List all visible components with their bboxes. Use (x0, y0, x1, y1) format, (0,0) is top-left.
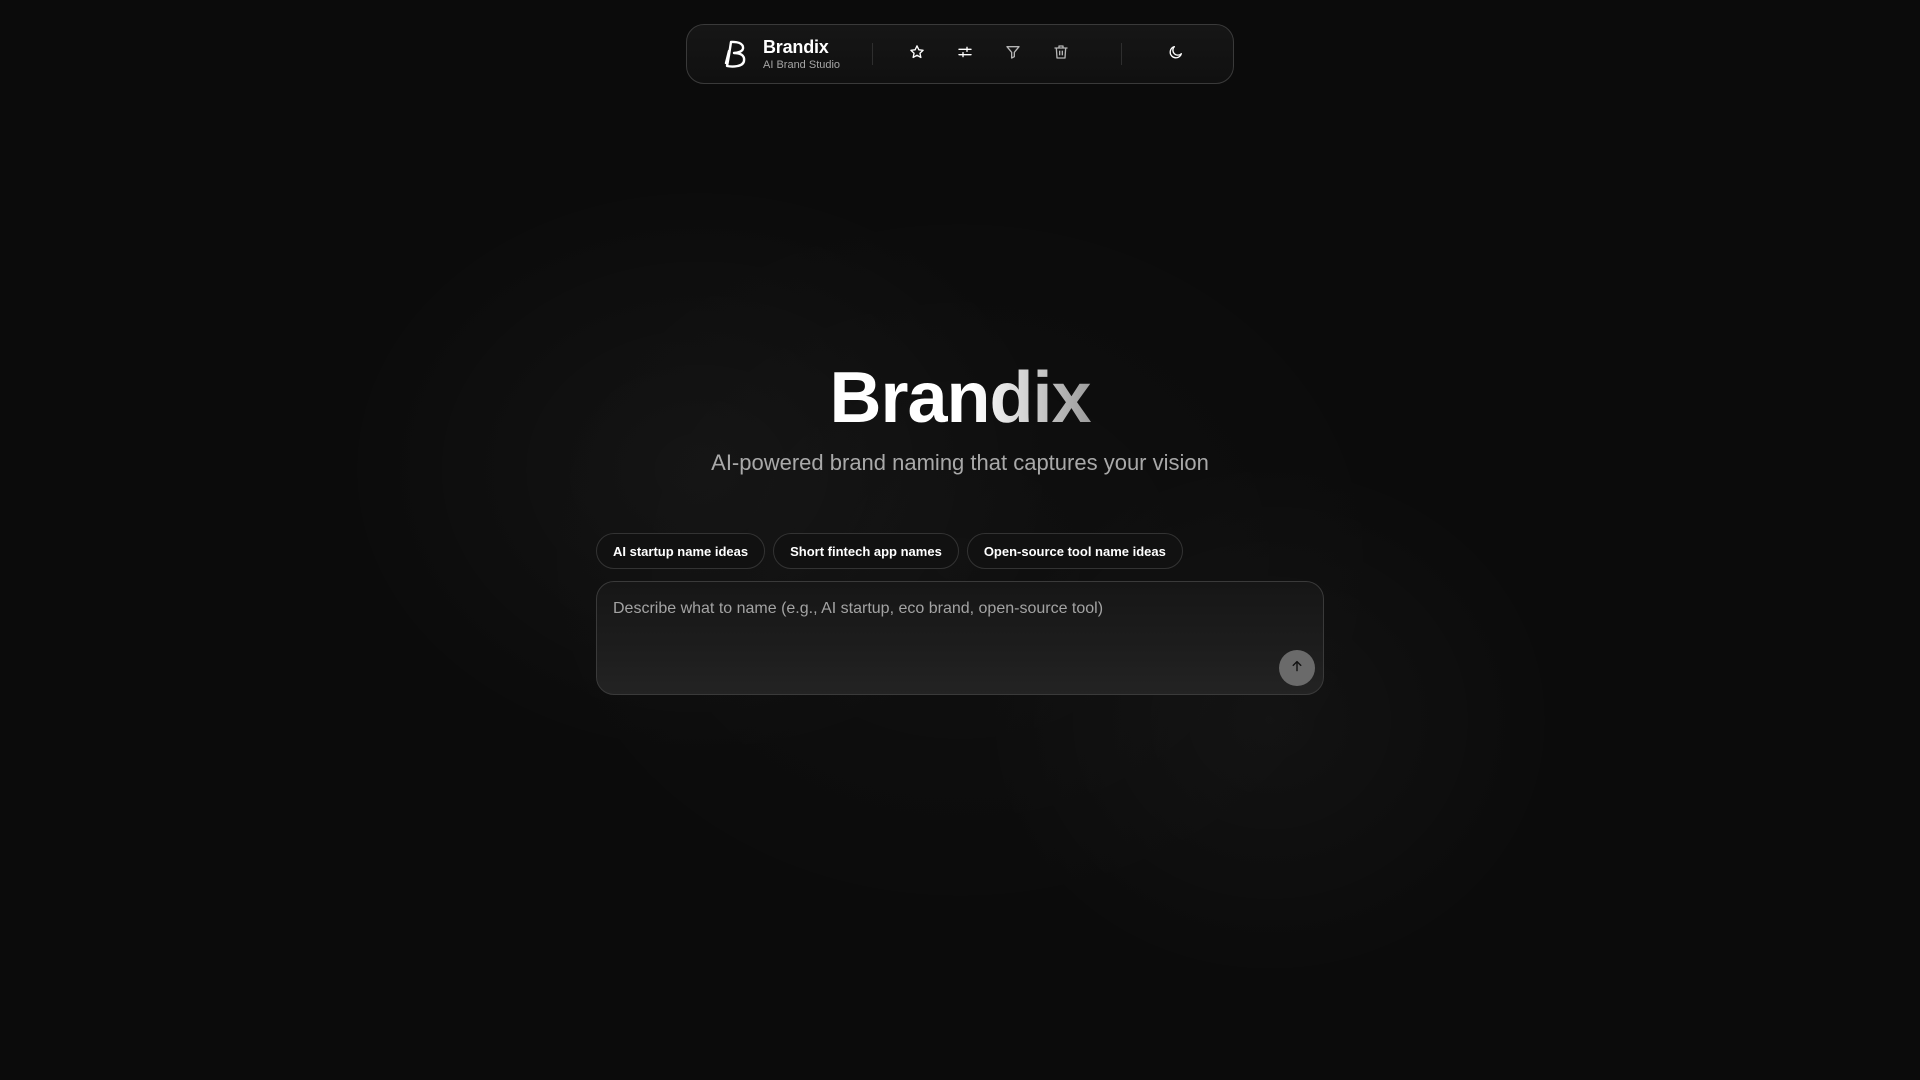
arrow-up-icon (1290, 659, 1304, 678)
brand-text: Brandix AI Brand Studio (763, 38, 840, 71)
suggestion-chips: AI startup name ideas Short fintech app … (596, 533, 1183, 569)
filter-icon (1005, 44, 1021, 65)
suggestion-chip[interactable]: AI startup name ideas (596, 533, 766, 569)
favorites-button[interactable] (903, 40, 931, 68)
suggestion-chip[interactable]: Open-source tool name ideas (966, 533, 1183, 569)
send-button[interactable] (1279, 650, 1315, 686)
settings-sliders-button[interactable] (951, 40, 979, 68)
clear-history-button[interactable] (1047, 40, 1075, 68)
trash-icon (1053, 44, 1069, 65)
filter-button[interactable] (999, 40, 1027, 68)
moon-icon (1168, 44, 1184, 65)
prompt-box (596, 581, 1324, 695)
brand-logo-icon (721, 38, 749, 70)
brand-subtitle: AI Brand Studio (763, 58, 841, 71)
prompt-input[interactable] (597, 582, 1323, 694)
toolbar-divider (1121, 43, 1123, 65)
top-navigation-bar: Brandix AI Brand Studio (686, 24, 1234, 84)
sliders-icon (957, 44, 973, 65)
star-icon (909, 44, 925, 65)
hero-title: Brandix (829, 358, 1091, 438)
theme-toggle-button[interactable] (1162, 40, 1190, 68)
brand[interactable]: Brandix AI Brand Studio (721, 25, 840, 83)
brand-name: Brandix (763, 36, 829, 57)
toolbar-divider (872, 43, 874, 65)
toolbar-actions (903, 40, 1075, 68)
hero-tagline: AI-powered brand naming that captures yo… (711, 450, 1209, 475)
hero-title-wrapper: Brandix (0, 362, 1920, 434)
suggestion-chip[interactable]: Short fintech app names (773, 533, 959, 569)
